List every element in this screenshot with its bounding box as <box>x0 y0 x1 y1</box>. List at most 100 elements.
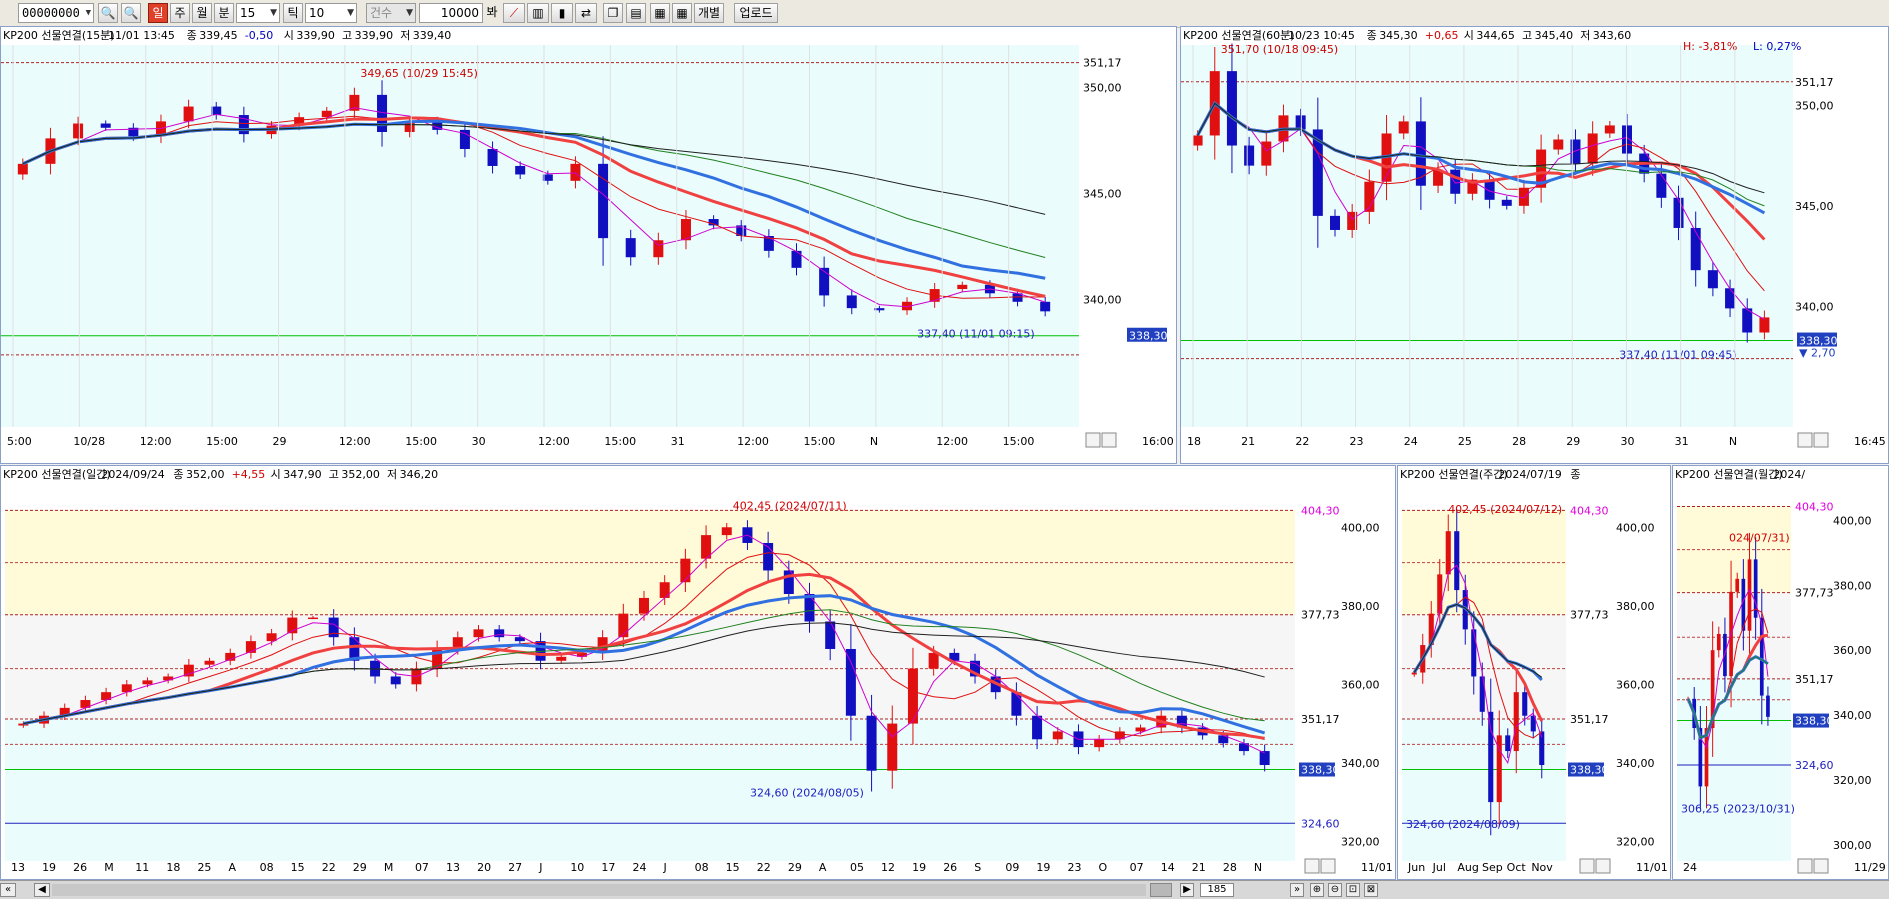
level-label: 338,30 <box>1301 764 1340 777</box>
header-open-label: 시 <box>1464 29 1474 42</box>
period-month-button[interactable]: 월 <box>192 3 212 23</box>
tick-button[interactable]: 틱 <box>283 3 303 23</box>
chart-panel-weekly[interactable]: KP200 선물연결(주간) 2024/07/19 종 400,00 380,00 360… <box>1397 465 1671 880</box>
scroll-end-button[interactable]: » <box>1290 883 1304 897</box>
y-axis-label: 345,00 <box>1795 200 1834 213</box>
tick-select[interactable]: 10 ▼ <box>305 3 357 23</box>
min-annotation: 337,40 (11/01 09:45) <box>1619 349 1736 362</box>
candle <box>1513 692 1519 752</box>
chart-panel-monthly[interactable]: KP200 선물연결(월간) 2024/400,00 380,00 360,00 340… <box>1672 465 1889 880</box>
compare-icon: ⇄ <box>580 6 592 20</box>
scroll-right-button[interactable]: ▶ <box>1180 883 1194 897</box>
print-button[interactable]: ▤ <box>626 3 646 23</box>
edit-icon[interactable] <box>1304 858 1320 874</box>
x-axis-label: A <box>819 861 827 874</box>
double-right-icon: » <box>1293 884 1301 895</box>
edit-icon[interactable] <box>1579 858 1595 874</box>
header-change: +4,55 <box>232 468 266 481</box>
scroll-start-button[interactable]: « <box>0 883 16 897</box>
level-label: 377,73 <box>1570 609 1609 622</box>
y-axis-label: 351,17 <box>1083 57 1122 70</box>
x-axis-label: 25 <box>197 861 211 874</box>
header-name: KP200 선물연결(일간) <box>3 467 111 481</box>
chart-panel-15min[interactable]: KP200 선물연결(15분) 11/01 13:45 종 339,45 -0,50 시 3… <box>0 26 1177 464</box>
x-axis-label: 05 <box>850 861 864 874</box>
line-chart-button[interactable]: ⟋ <box>503 3 525 23</box>
interval-select[interactable]: 15 ▼ <box>236 3 280 23</box>
time-end-label: 11/01 <box>1361 861 1393 874</box>
zoom-out-icon: ⊖ <box>1330 884 1340 895</box>
chevron-down-icon[interactable]: ▼ <box>406 4 413 22</box>
x-axis-label: 23 <box>1350 435 1364 448</box>
edit-icon[interactable] <box>1085 432 1101 448</box>
chevron-down-icon[interactable]: ▼ <box>270 4 277 22</box>
header-open-label: 시 <box>271 468 281 481</box>
y-axis-label: 320,00 <box>1341 835 1380 848</box>
chart-panel-daily[interactable]: KP200 선물연결(일간) 2024/09/24 종 352,00 +4,55 시 347… <box>0 465 1396 880</box>
zoom-icon[interactable] <box>1320 858 1336 874</box>
x-axis-label: 30 <box>472 435 486 448</box>
count-select[interactable]: 건수 ▼ <box>366 3 416 23</box>
compare-button[interactable]: ⇄ <box>575 3 597 23</box>
x-axis-label: 25 <box>1458 435 1472 448</box>
max-annotation: 351,70 (10/18 09:45) <box>1221 43 1338 56</box>
period-week-button[interactable]: 주 <box>170 3 190 23</box>
plot-background <box>1 45 1079 427</box>
candle <box>570 163 581 181</box>
x-axis-label: 24 <box>1683 861 1697 874</box>
y-axis-label: 360,00 <box>1341 678 1380 691</box>
chart-panel-60min[interactable]: KP200 선물연결(60분) 10/23 10:45 종 345,30 +0,65 시 3… <box>1180 26 1889 464</box>
candle <box>1716 633 1721 651</box>
individual-button[interactable]: 개별 <box>694 3 724 23</box>
close-button[interactable]: ⊠ <box>1364 883 1378 897</box>
scroll-track[interactable] <box>52 884 1146 896</box>
candle <box>473 629 484 638</box>
x-axis-label: 24 <box>632 861 646 874</box>
edit-icon[interactable] <box>1797 432 1813 448</box>
chevron-down-icon[interactable]: ▼ <box>86 4 91 22</box>
period-minute-button[interactable]: 분 <box>214 3 234 23</box>
chevron-down-icon[interactable]: ▼ <box>347 4 354 22</box>
search-button[interactable]: 🔍 <box>98 3 118 23</box>
upload-button[interactable]: 업로드 <box>734 3 778 23</box>
bar-chart-button[interactable]: ▥ <box>527 3 549 23</box>
scroll-thumb[interactable] <box>1150 883 1172 897</box>
zoom-icon[interactable] <box>1101 432 1117 448</box>
zoom-count-field[interactable]: 185 <box>1200 883 1234 897</box>
candle-chart-button[interactable]: ▮ <box>551 3 573 23</box>
arrow-right-icon: ▶ <box>1183 884 1191 895</box>
search-clear-button[interactable]: 🔍 <box>121 3 141 23</box>
header-close-label: 종 <box>1570 468 1580 481</box>
header-close-label: 종 <box>1367 29 1377 42</box>
bottom-scrollbar[interactable]: « ◀ ▶ 185 » ⊕ ⊖ ⊡ ⊠ <box>0 880 1889 899</box>
candle <box>1295 115 1306 130</box>
candle <box>1032 715 1043 740</box>
y-axis-label: 350,00 <box>1083 81 1122 94</box>
copy-icon: ❐ <box>607 6 619 20</box>
period-day-button[interactable]: 일 <box>148 3 168 23</box>
layout-button[interactable]: ▦ <box>650 3 670 23</box>
candle <box>1656 173 1667 198</box>
candle <box>1673 197 1684 228</box>
candle <box>1604 125 1615 134</box>
fit-button[interactable]: ⊡ <box>1346 883 1360 897</box>
zoom-icon[interactable] <box>1595 858 1611 874</box>
edit-icon[interactable] <box>1797 858 1813 874</box>
candle <box>1522 692 1528 716</box>
scroll-left-button[interactable]: ◀ <box>34 883 50 897</box>
high-percent: H: -3,81% <box>1683 40 1737 53</box>
y-axis-label: 340,00 <box>1616 757 1655 770</box>
grid-button[interactable]: ▦ <box>672 3 692 23</box>
x-axis-label: 31 <box>1675 435 1689 448</box>
zoom-in-button[interactable]: ⊕ <box>1310 883 1324 897</box>
code-select[interactable]: 00000000 ▼ <box>18 3 94 23</box>
candle <box>1192 135 1203 146</box>
copy-button[interactable]: ❐ <box>603 3 623 23</box>
zoom-icon[interactable] <box>1813 432 1829 448</box>
x-axis-label: 08 <box>695 861 709 874</box>
zoom-out-button[interactable]: ⊖ <box>1328 883 1342 897</box>
zoom-icon[interactable] <box>1813 858 1829 874</box>
grid-icon: ▦ <box>676 6 688 20</box>
header-close-label: 종 <box>173 468 183 481</box>
count-input[interactable]: 10000 <box>419 3 483 23</box>
